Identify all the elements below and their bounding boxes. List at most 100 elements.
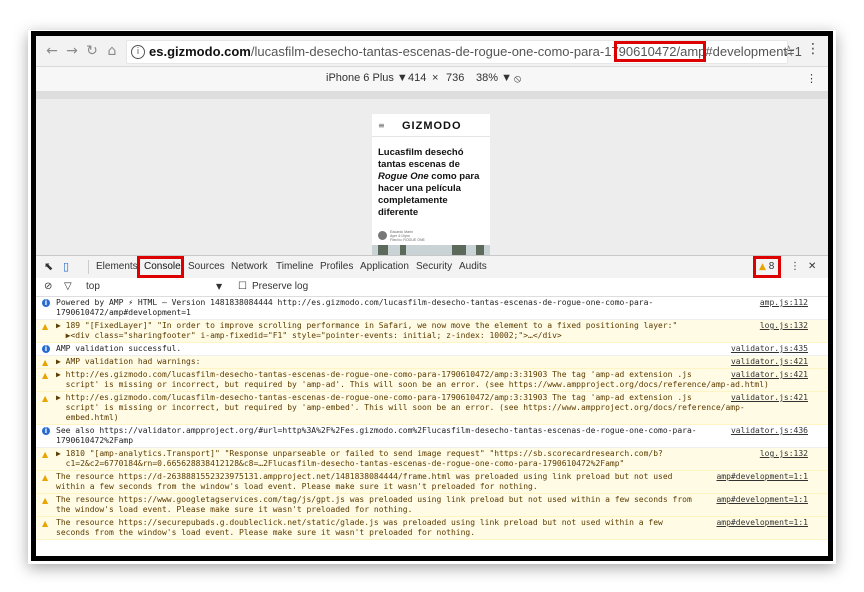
console-message[interactable]: ▲ ▶ 189 "[FixedLayer]" "In order to impro… <box>36 320 828 343</box>
tab-network[interactable]: Network <box>231 261 268 272</box>
console-message-line: script' is missing or incorrect, but req… <box>56 403 745 412</box>
address-bar: ← → ↻ ⌂ i es.gizmodo.com/lucasfilm-desec… <box>36 36 828 67</box>
inspect-element-icon[interactable]: ⬉ <box>44 260 53 273</box>
article-byline: Eduardo Marín Ayer 4:10pm Filed to: ROGU… <box>390 230 425 242</box>
highlight-warning-counter <box>753 256 781 278</box>
console-message[interactable]: ▲ ▶ http://es.gizmodo.com/lucasfilm-desec… <box>36 392 828 425</box>
warning-icon: ▲ <box>42 371 49 380</box>
console-message-line: 1790610472/amp#development=1 <box>56 308 191 317</box>
warning-icon: ▲ <box>42 519 49 528</box>
tab-sources[interactable]: Sources <box>188 261 225 272</box>
console-message[interactable]: ▲ The resource https://securepubads.g.dou… <box>36 517 828 540</box>
hamburger-menu-icon[interactable]: ≡ <box>378 121 385 130</box>
media-query-bar <box>36 92 828 99</box>
console-message[interactable]: ▲ ▶ http://es.gizmodo.com/lucasfilm-desec… <box>36 369 828 392</box>
preserve-log-label: Preserve log <box>252 281 309 292</box>
console-message-line: ▶ 1810 "[amp-analytics.Transport]" "Resp… <box>56 449 663 458</box>
console-message[interactable]: ▲ The resource https://d-2638881552323975… <box>36 471 828 494</box>
console-message-line: c1=2&c2=6770184&rn=0.665628838412128&c8=… <box>56 459 625 468</box>
console-message[interactable]: ▲ ▶ AMP validation had warnings: validator… <box>36 356 828 369</box>
dimension-separator: × <box>432 72 439 84</box>
device-select[interactable]: iPhone 6 Plus ▼ <box>326 72 408 84</box>
console-source-link[interactable]: amp#development=1:1 <box>716 472 808 482</box>
devtools-menu-icon[interactable]: ⋮ <box>790 261 800 272</box>
console-message-line: the window's load event. Please make sur… <box>56 505 413 514</box>
console-source-link[interactable]: amp#development=1:1 <box>716 495 808 505</box>
context-dropdown-icon[interactable]: ▼ <box>216 282 222 291</box>
tab-elements[interactable]: Elements <box>96 261 138 272</box>
close-devtools-icon[interactable]: ✕ <box>808 261 816 272</box>
home-icon[interactable]: ⌂ <box>104 43 120 59</box>
clear-console-icon[interactable]: ⊘ <box>44 281 52 292</box>
console-message-line: within a few seconds from the window's l… <box>56 482 538 491</box>
console-message-line: seconds from the window's load event. Pl… <box>56 528 476 537</box>
console-message-line: 1790610472%2Famp <box>56 436 134 445</box>
preserve-log-checkbox[interactable]: ☐ <box>238 281 247 292</box>
console-source-link[interactable]: validator.js:421 <box>731 357 808 367</box>
warning-icon: ▲ <box>42 473 49 482</box>
console-source-link[interactable]: amp#development=1:1 <box>716 518 808 528</box>
console-messages: i Powered by AMP ⚡ HTML – Version 1481838… <box>36 297 828 556</box>
console-source-link[interactable]: amp.js:112 <box>760 298 808 308</box>
warning-icon: ▲ <box>42 322 49 331</box>
rotate-icon[interactable]: ⦸ <box>514 72 521 86</box>
tab-application[interactable]: Application <box>360 261 409 272</box>
console-message-line: script' is missing or incorrect, but req… <box>56 380 769 389</box>
console-filter-bar: ⊘ ▽ top ▼ ☐ Preserve log <box>36 278 828 297</box>
tab-profiles[interactable]: Profiles <box>320 261 353 272</box>
context-select[interactable]: top <box>86 281 100 292</box>
header-divider <box>372 136 490 137</box>
console-source-link[interactable]: validator.js:421 <box>731 393 808 403</box>
console-message-line: ▶ http://es.gizmodo.com/lucasfilm-desech… <box>56 393 692 402</box>
console-message-line: ▶ AMP validation had warnings: <box>56 357 201 366</box>
browser-menu-icon[interactable]: ⋮ <box>806 41 820 57</box>
console-message-line: ▶ 189 "[FixedLayer]" "In order to improv… <box>56 321 678 330</box>
url-host: es.gizmodo.com <box>149 44 251 59</box>
console-message-line: The resource https://d-26388815523239751… <box>56 472 673 481</box>
device-height[interactable]: 736 <box>446 72 464 84</box>
console-source-link[interactable]: validator.js:421 <box>731 370 808 380</box>
highlight-console-tab <box>137 256 184 278</box>
site-logo[interactable]: GIZMODO <box>402 120 462 132</box>
tabbar-divider <box>88 260 89 274</box>
device-mode-icon[interactable]: ▯ <box>63 260 69 273</box>
tab-timeline[interactable]: Timeline <box>276 261 313 272</box>
console-message[interactable]: i AMP validation successful. validator.js:… <box>36 343 828 356</box>
console-source-link[interactable]: validator.js:436 <box>731 426 808 436</box>
back-arrow-icon[interactable]: ← <box>44 43 60 59</box>
console-message-line: AMP validation successful. <box>56 344 182 353</box>
hero-image <box>372 245 490 255</box>
console-message-line: ▶<div class="sharingfooter" i-amp-fixedi… <box>56 331 562 340</box>
author-avatar <box>378 231 387 240</box>
warning-icon: ▲ <box>42 496 49 505</box>
warning-icon: ▲ <box>42 394 49 403</box>
console-message-line: The resource https://www.googletagservic… <box>56 495 692 504</box>
device-toolbar: iPhone 6 Plus ▼ 414 × 736 38% ▼ ⦸ ⋮ <box>36 67 828 92</box>
console-source-link[interactable]: log.js:132 <box>760 321 808 331</box>
console-message-line: See also https://validator.ampproject.or… <box>56 426 697 435</box>
console-message[interactable]: ▲ ▶ 1810 "[amp-analytics.Transport]" "Res… <box>36 448 828 471</box>
filter-icon[interactable]: ▽ <box>64 281 72 292</box>
device-width[interactable]: 414 <box>408 72 426 84</box>
highlight-url-hash <box>614 41 706 62</box>
tab-audits[interactable]: Audits <box>459 261 487 272</box>
browser-window: ← → ↻ ⌂ i es.gizmodo.com/lucasfilm-desec… <box>36 36 828 556</box>
device-toolbar-menu-icon[interactable]: ⋮ <box>806 72 817 85</box>
info-icon: i <box>42 299 50 307</box>
article-headline[interactable]: Lucasfilm desechó tantas escenas de Rogu… <box>378 147 486 219</box>
console-message[interactable]: ▲ The resource https://www.googletagservi… <box>36 494 828 517</box>
console-source-link[interactable]: log.js:132 <box>760 449 808 459</box>
console-source-link[interactable]: validator.js:435 <box>731 344 808 354</box>
zoom-select[interactable]: 38% ▼ <box>476 72 512 84</box>
console-message-line: Powered by AMP ⚡ HTML – Version 14818380… <box>56 298 654 307</box>
warning-icon: ▲ <box>42 358 49 367</box>
bookmark-star-icon[interactable]: ☆ <box>782 42 795 60</box>
forward-arrow-icon[interactable]: → <box>64 43 80 59</box>
devtools-tabbar: ⬉ ▯ Elements Console Sources Network Tim… <box>36 255 828 279</box>
info-icon[interactable]: i <box>131 45 145 59</box>
console-message[interactable]: i Powered by AMP ⚡ HTML – Version 1481838… <box>36 297 828 320</box>
warning-icon: ▲ <box>42 450 49 459</box>
reload-icon[interactable]: ↻ <box>84 43 100 59</box>
tab-security[interactable]: Security <box>416 261 452 272</box>
console-message[interactable]: i See also https://validator.ampproject.o… <box>36 425 828 448</box>
